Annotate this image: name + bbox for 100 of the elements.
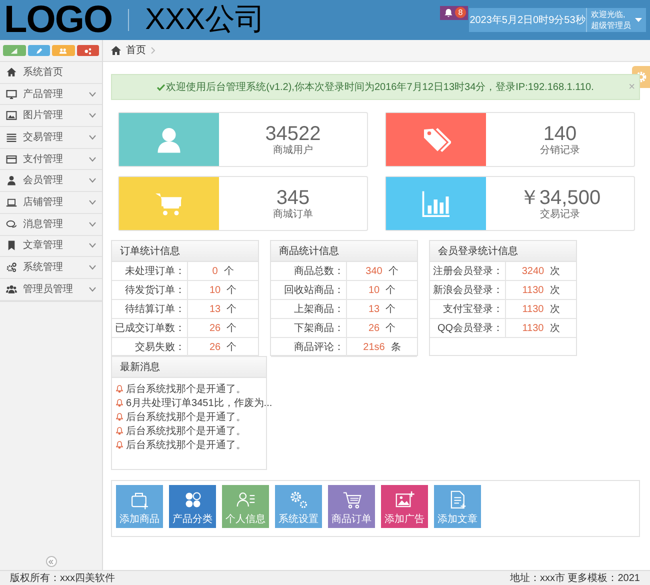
chevron-icon xyxy=(89,286,96,292)
footer-info: 地址：xxx市 更多模板：2021 xyxy=(510,572,640,585)
bell-icon xyxy=(444,8,453,18)
laptop-icon xyxy=(6,196,17,208)
shortcut-button[interactable] xyxy=(3,45,26,56)
sidebar-item[interactable]: 店铺管理 xyxy=(0,192,102,214)
table-cell-text: 次 xyxy=(550,264,560,278)
table-cell-text: 0 xyxy=(212,264,218,278)
table-cell-text: 10 xyxy=(209,284,221,298)
copyright-text: 版权所有：xxx四美软件 xyxy=(10,572,115,585)
stat-value: ￥34,500 xyxy=(519,187,601,209)
sidebar-item[interactable]: 支付管理 xyxy=(0,148,102,170)
sidebar-item[interactable]: 文章管理 xyxy=(0,236,102,258)
chevron-icon xyxy=(89,200,96,205)
table-cell: QQ会员登录： xyxy=(430,319,506,337)
quick-action-button[interactable]: 产品分类 xyxy=(169,485,216,528)
table-cell: 上架商品： xyxy=(271,300,347,318)
table-cell: 待发货订单： xyxy=(112,281,188,299)
chevron-icon xyxy=(89,113,96,118)
bag-plus-icon xyxy=(130,490,150,510)
table-cell-text: 13 xyxy=(209,302,221,316)
table-cell-text: 条 xyxy=(390,340,401,354)
table-cell-text: 个 xyxy=(226,284,237,298)
sidebar-item[interactable]: 交易管理 xyxy=(0,127,102,149)
quick-action-button[interactable]: 商品订单 xyxy=(328,485,375,528)
table-cell-text: 26 xyxy=(368,322,380,336)
alert-message: 欢迎使用后台管理系统(v1.2),你本次登录时间为2016年7月12日13时34分，登录IP:192.168.1.110. xyxy=(166,80,594,94)
sidebar-item[interactable]: 管理员管理 xyxy=(0,278,102,301)
signal-icon xyxy=(10,46,18,54)
table-cell-text: 个 xyxy=(386,284,396,298)
table-cell-text: 1130 xyxy=(522,322,544,336)
stat-value: 34522 xyxy=(265,123,321,145)
double-chevron-left-icon xyxy=(48,558,54,564)
table-cell: 未处理订单： xyxy=(112,262,188,280)
gear-icon xyxy=(635,71,647,83)
table-cell-text: 个 xyxy=(226,302,237,316)
quick-action-button[interactable]: 添加广告 xyxy=(381,485,428,528)
news-link[interactable]: 后台系统找那个是开通了。 xyxy=(126,410,246,424)
table-cell: 交易失败： xyxy=(112,338,188,356)
panel-title: 会员登录统计信息 xyxy=(430,241,576,262)
sidebar-item[interactable]: 图片管理 xyxy=(0,105,102,128)
image-icon xyxy=(6,110,17,122)
table-cell-text: 次 xyxy=(550,284,560,298)
shortcut-button[interactable] xyxy=(76,45,99,56)
table-cell: 已成交订单数： xyxy=(112,319,188,337)
stat-label: 商城订单 xyxy=(273,209,313,220)
table-cell-text: 340 xyxy=(366,264,382,278)
table-cell-text: 次 xyxy=(550,322,560,336)
news-link[interactable]: 后台系统找那个是开通了。 xyxy=(126,424,246,438)
table-cell-text: 1130 xyxy=(522,284,544,298)
company-name: XXX公司 xyxy=(145,5,266,35)
table-cell-text: 个 xyxy=(226,322,237,336)
share-icon xyxy=(84,46,92,54)
breadcrumb-link[interactable]: 首页 xyxy=(126,43,146,58)
caret-icon xyxy=(635,18,642,22)
gears-icon xyxy=(6,262,17,274)
table-cell: 商品评论： xyxy=(271,338,347,356)
home-icon xyxy=(6,66,17,78)
notification-button[interactable]: 8 xyxy=(440,6,468,20)
chevron-icon xyxy=(89,222,96,227)
table-cell: 新浪会员登录： xyxy=(430,281,506,299)
person-icon xyxy=(6,175,17,186)
table-cell-text: 个 xyxy=(224,264,234,278)
sidebar-item[interactable]: 会员管理 xyxy=(0,170,102,192)
table-cell-text: 个 xyxy=(386,302,396,316)
news-link[interactable]: 后台系统找那个是开通了。 xyxy=(126,382,246,396)
stat-label: 商城用户 xyxy=(273,145,313,156)
chevron-icon xyxy=(89,178,96,184)
table-cell: 待结算订单： xyxy=(112,300,188,318)
sidebar-item[interactable]: 消息管理 xyxy=(0,214,102,236)
chat-icon xyxy=(6,218,17,230)
collapse-sidebar-button[interactable] xyxy=(46,556,56,567)
gears-icon xyxy=(288,490,308,510)
table-cell-text: 个 xyxy=(386,322,396,336)
users-icon xyxy=(59,46,68,54)
chevron-icon xyxy=(89,134,96,140)
bell-icon xyxy=(116,413,123,421)
datetime-display: 2023年5月2日0时9分53秒 xyxy=(469,14,586,28)
chevron-icon xyxy=(89,265,96,270)
table-cell-text: 1130 xyxy=(522,302,544,316)
monitor-icon xyxy=(6,88,17,100)
table-cell: 支付宝登录： xyxy=(430,300,506,318)
cart-icon xyxy=(342,490,362,510)
shortcut-button[interactable] xyxy=(28,45,50,56)
sidebar-item[interactable]: 系统管理 xyxy=(0,257,102,279)
notification-badge: 8 xyxy=(455,7,466,18)
panel-title: 最新消息 xyxy=(112,357,266,378)
chevron-right-icon xyxy=(151,47,155,54)
table-cell-text: 个 xyxy=(226,340,237,354)
news-link[interactable]: 6月共处理订单3451比，作废为... xyxy=(126,396,272,410)
table-cell-text: 次 xyxy=(550,302,560,316)
shortcut-button[interactable] xyxy=(52,45,74,56)
user-name: 超级管理员 xyxy=(591,20,631,31)
sidebar-item[interactable]: 产品管理 xyxy=(0,84,102,106)
table-cell-text: 26 xyxy=(209,340,221,354)
home-icon xyxy=(111,46,121,55)
news-link[interactable]: 后台系统找那个是开通了。 xyxy=(126,438,246,452)
pencil-icon xyxy=(34,46,43,54)
sidebar-item[interactable]: 系统首页 xyxy=(0,62,102,84)
bar-chart-icon xyxy=(421,188,451,218)
